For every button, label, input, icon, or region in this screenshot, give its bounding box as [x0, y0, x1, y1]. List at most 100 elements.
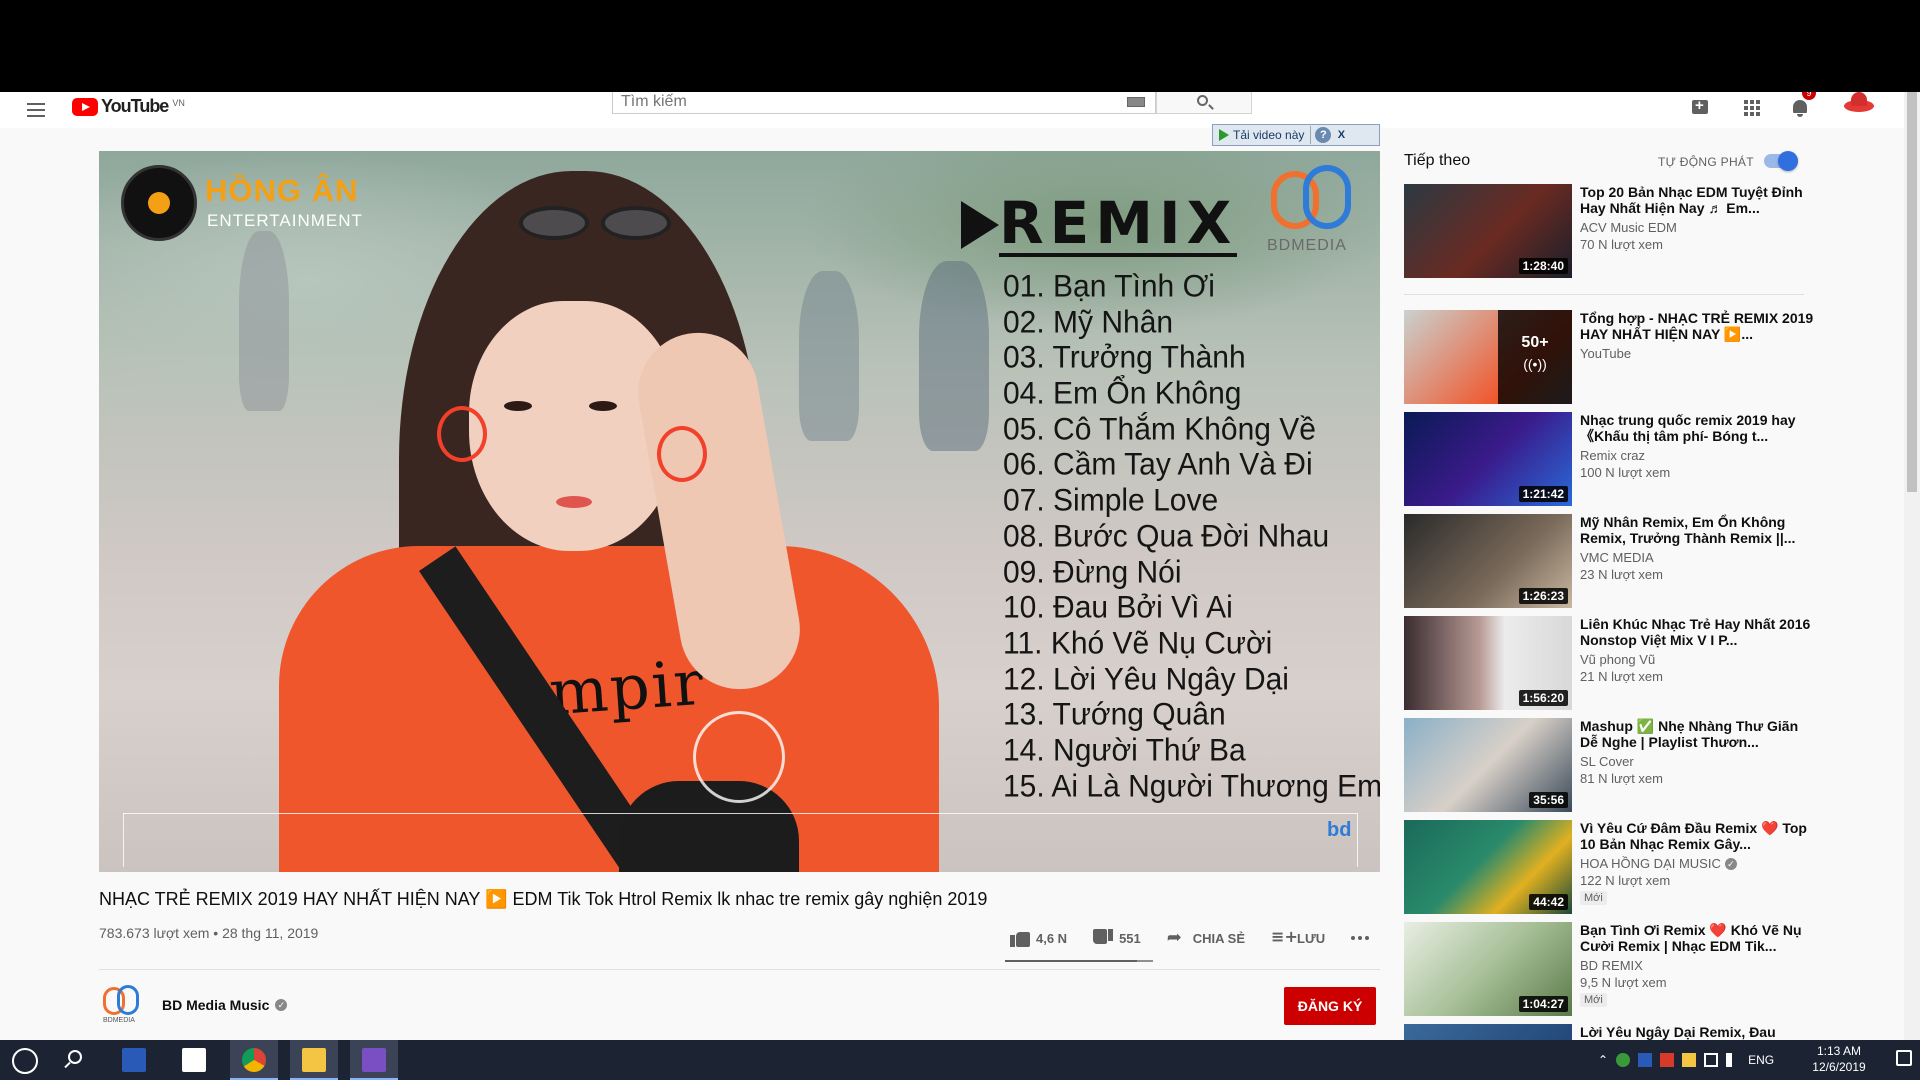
save-button[interactable]: LƯU [1271, 927, 1325, 947]
rec-channel-row: HOA HỒNG DẠI MUSIC ✓ [1580, 856, 1814, 871]
video-thumbnail[interactable]: 1:26:23 [1404, 514, 1572, 608]
video-thumbnail[interactable]: 1:28:40 [1404, 184, 1572, 278]
notifications-bell-icon[interactable] [1790, 98, 1810, 118]
input-language[interactable]: ENG [1748, 1053, 1774, 1067]
windows-taskbar: ⌃ ENG 1:13 AM 12/6/2019 [0, 1040, 1920, 1080]
rec-channel: Vũ phong Vũ [1580, 652, 1656, 667]
recommended-video[interactable]: 35:56 Mashup ✅ Nhẹ Nhàng Thư Giãn Dễ Ngh… [1404, 718, 1814, 812]
video-thumbnail[interactable]: 35:56 [1404, 718, 1572, 812]
rec-title[interactable]: Top 20 Bản Nhạc EDM Tuyệt Đỉnh Hay Nhất … [1580, 184, 1814, 216]
channel-name[interactable]: BD Media Music [162, 997, 269, 1013]
start-icon[interactable] [12, 1048, 38, 1074]
video-title: NHẠC TRẺ REMIX 2019 HAY NHẤT HIỆN NAY ▶️… [99, 889, 988, 909]
duration-badge: 35:56 [1529, 792, 1568, 808]
track-item: 02. Mỹ Nhân [1003, 304, 1174, 340]
rec-title[interactable]: Vì Yêu Cứ Đâm Đầu Remix ❤️ Top 10 Bản Nh… [1580, 820, 1814, 852]
channel-avatar[interactable]: BDMEDIA [99, 985, 147, 1025]
grid-app[interactable] [170, 1040, 218, 1080]
track-item: 01. Bạn Tình Ơi [1003, 269, 1215, 304]
keyboard-icon[interactable] [1127, 97, 1145, 107]
video-thumbnail[interactable]: 1:04:27 [1404, 922, 1572, 1016]
download-video-button[interactable]: Tải video này [1213, 126, 1312, 144]
tray-app-icon[interactable] [1660, 1053, 1675, 1067]
rec-channel: ACV Music EDM [1580, 220, 1677, 235]
rec-title[interactable]: Mỹ Nhân Remix, Em Ổn Không Remix, Trưởng… [1580, 514, 1814, 546]
dislike-button[interactable]: 551 [1093, 929, 1141, 947]
recommended-video[interactable]: 1:26:23 Mỹ Nhân Remix, Em Ổn Không Remix… [1404, 514, 1814, 608]
brand-subtitle: ENTERTAINMENT [207, 211, 363, 230]
page-scrollbar[interactable] [1904, 92, 1920, 1040]
frame-line [123, 813, 1357, 814]
tray-app-icon[interactable] [1616, 1053, 1631, 1067]
video-thumbnail[interactable] [1404, 1024, 1572, 1040]
logo-text: YouTube [101, 96, 169, 116]
duration-badge: 1:04:27 [1518, 996, 1568, 1012]
like-button[interactable]: 4,6 N [1010, 929, 1067, 947]
recommended-video[interactable]: 1:28:40 Top 20 Bản Nhạc EDM Tuyệt Đỉnh H… [1404, 184, 1814, 278]
duration-badge: 44:42 [1529, 894, 1568, 910]
autoplay-label: TỰ ĐỘNG PHÁT [1658, 155, 1754, 169]
scrollbar-thumb[interactable] [1907, 92, 1917, 492]
account-avatar[interactable] [1844, 92, 1874, 118]
download-helper-bar: Tải video này ? X [1212, 124, 1380, 146]
dislike-count: 551 [1119, 930, 1141, 946]
chrome-app[interactable] [230, 1040, 278, 1080]
taskbar-search-icon[interactable] [68, 1050, 82, 1064]
file-explorer-app[interactable] [290, 1040, 338, 1080]
video-thumbnail[interactable]: 1:56:20 [1404, 616, 1572, 710]
rec-views: 21 N lượt xem [1580, 669, 1663, 684]
recommended-video[interactable]: Lời Yêu Ngây Dại Remix, Đau [1404, 1024, 1814, 1040]
visual-studio-app[interactable] [350, 1040, 398, 1080]
help-icon[interactable]: ? [1315, 127, 1332, 143]
menu-icon[interactable] [24, 98, 48, 122]
duration-badge: 1:21:42 [1518, 486, 1568, 502]
girl-eye [589, 401, 617, 411]
powershell-app[interactable] [110, 1040, 158, 1080]
more-actions-icon[interactable] [1351, 936, 1370, 940]
track-item: 06. Cầm Tay Anh Và Đi [1003, 447, 1313, 483]
recommended-playlist[interactable]: 50+ ((•)) Tổng hợp - NHẠC TRẺ REMIX 2019 … [1404, 310, 1814, 404]
rec-title[interactable]: Bạn Tình Ơi Remix ❤️ Khó Vẽ Nụ Cười Remi… [1580, 922, 1814, 954]
create-video-icon[interactable] [1692, 97, 1712, 118]
tray-chevron-icon[interactable]: ⌃ [1598, 1053, 1608, 1067]
clock-date: 12/6/2019 [1812, 1060, 1866, 1074]
recommended-video[interactable]: 1:04:27 Bạn Tình Ơi Remix ❤️ Khó Vẽ Nụ C… [1404, 922, 1814, 1016]
video-thumbnail[interactable]: 1:21:42 [1404, 412, 1572, 506]
channel-avatar-text: BDMEDIA [103, 1017, 135, 1024]
battery-icon[interactable] [1704, 1053, 1719, 1067]
autoplay-toggle[interactable] [1764, 151, 1798, 171]
rec-title[interactable]: Nhạc trung quốc remix 2019 hay《Khấu thị … [1580, 412, 1814, 444]
rec-title[interactable]: Mashup ✅ Nhẹ Nhàng Thư Giãn Dễ Nghe | Pl… [1580, 718, 1814, 750]
rec-views: 70 N lượt xem [1580, 237, 1663, 252]
new-badge: Mới [1580, 993, 1607, 1007]
notification-badge: 9 [1802, 92, 1816, 100]
apps-icon[interactable] [1742, 98, 1762, 118]
youtube-logo[interactable]: YouTube VN [72, 96, 185, 117]
tray-app-icon[interactable] [1638, 1053, 1653, 1067]
close-icon[interactable]: X [1333, 127, 1349, 143]
volume-icon[interactable] [1726, 1053, 1740, 1067]
track-item: 03. Trưởng Thành [1003, 340, 1246, 376]
track-item: 09. Đừng Nói [1003, 554, 1182, 590]
track-item: 10. Đau Bởi Vì Ai [1003, 590, 1233, 625]
search-input[interactable] [613, 92, 1093, 112]
notification-center-icon[interactable] [1896, 1050, 1912, 1066]
search-button[interactable] [1156, 92, 1252, 114]
recommended-video[interactable]: 44:42 Vì Yêu Cứ Đâm Đầu Remix ❤️ Top 10 … [1404, 820, 1814, 914]
rec-title[interactable]: Lời Yêu Ngây Dại Remix, Đau [1580, 1024, 1814, 1040]
youtube-page: YouTube VN 9 Tải video này ? X [0, 92, 1920, 1040]
taskbar-clock[interactable]: 1:13 AM 12/6/2019 [1804, 1043, 1874, 1075]
share-button[interactable]: CHIA SẺ [1167, 927, 1245, 948]
rec-title[interactable]: Tổng hợp - NHẠC TRẺ REMIX 2019 HAY NHẤT … [1580, 310, 1814, 342]
tray-app-icon[interactable] [1682, 1053, 1697, 1067]
track-item: 04. Em Ổn Không [1003, 376, 1242, 411]
rec-title[interactable]: Liên Khúc Nhạc Trẻ Hay Nhất 2016 Nonstop… [1580, 616, 1814, 648]
video-player[interactable]: mpir HỒNG ÂN ENTERTAINMENT REMIX BDMEDIA [99, 151, 1380, 872]
video-thumbnail[interactable]: 44:42 [1404, 820, 1572, 914]
subscribe-button[interactable]: ĐĂNG KÝ [1284, 987, 1376, 1025]
divider [99, 969, 1380, 970]
playlist-thumbnail[interactable]: 50+ ((•)) [1404, 310, 1572, 404]
video-actions: 4,6 N 551 CHIA SẺ LƯU [1010, 926, 1395, 950]
recommended-video[interactable]: 1:56:20 Liên Khúc Nhạc Trẻ Hay Nhất 2016… [1404, 616, 1814, 710]
recommended-video[interactable]: 1:21:42 Nhạc trung quốc remix 2019 hay《K… [1404, 412, 1814, 506]
